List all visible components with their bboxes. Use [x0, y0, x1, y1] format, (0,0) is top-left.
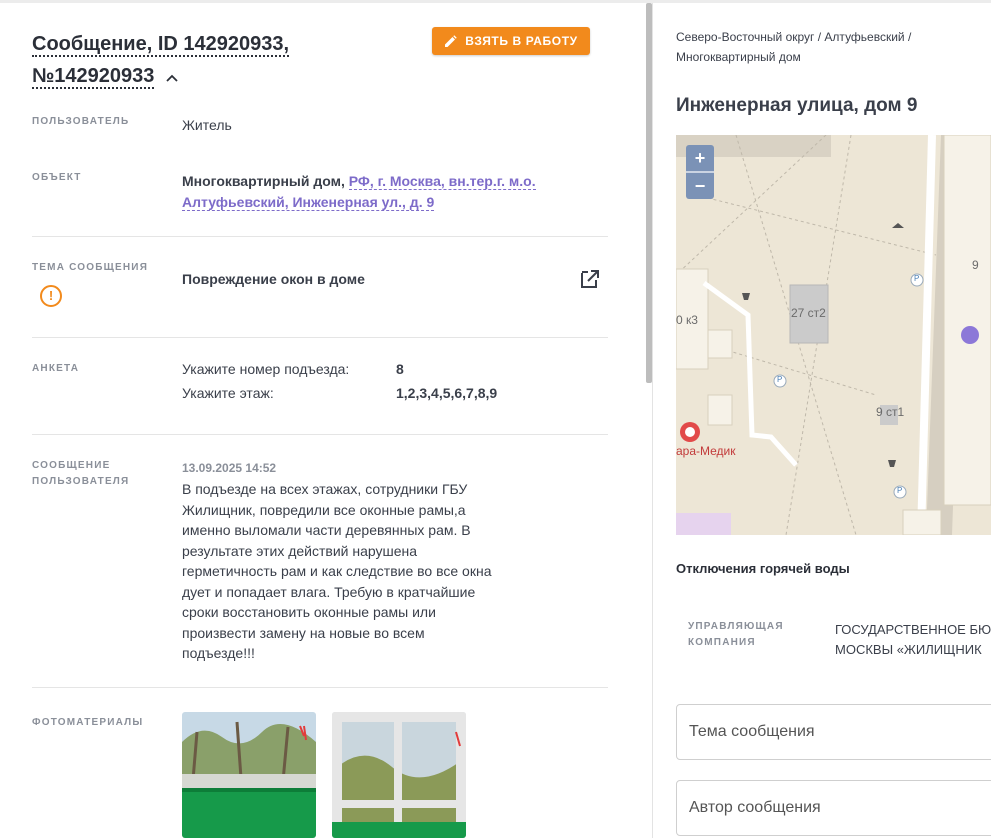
message-label-line-1: СООБЩЕНИЕ — [32, 460, 111, 471]
topic-value: Повреждение окон в доме — [182, 271, 365, 287]
management-company-label: УПРАВЛЯЮЩАЯ КОМПАНИЯ — [688, 619, 784, 651]
management-company-value: ГОСУДАРСТВЕННОЕ БЮ МОСКВЫ «ЖИЛИЩНИК — [835, 620, 991, 660]
zoom-separator — [686, 171, 714, 173]
divider — [32, 434, 608, 435]
mc-label-line-1: УПРАВЛЯЮЩАЯ — [688, 621, 784, 632]
topic-input[interactable] — [677, 705, 981, 759]
message-line: В подъезде на всех этажах, сотрудники ГБ… — [182, 481, 468, 497]
mc-value-line-1: ГОСУДАРСТВЕННОЕ БЮ — [835, 622, 991, 637]
topic-label: ТЕМА СООБЩЕНИЯ — [32, 262, 149, 273]
user-value: Житель — [182, 117, 232, 133]
top-border — [0, 0, 991, 3]
author-field[interactable] — [676, 780, 991, 836]
object-label: ОБЪЕКТ — [32, 172, 82, 183]
map-label-building: 9 ст1 — [876, 405, 905, 419]
photo-thumbnail[interactable] — [182, 712, 316, 838]
survey-label: АНКЕТА — [32, 363, 80, 374]
user-label: ПОЛЬЗОВАТЕЛЬ — [32, 116, 130, 127]
take-to-work-label: ВЗЯТЬ В РАБОТУ — [465, 34, 578, 48]
survey-question: Укажите номер подъезда: — [182, 361, 350, 377]
open-external-icon[interactable] — [580, 269, 600, 289]
zoom-out-button[interactable]: − — [686, 173, 714, 199]
message-line: подъезде!!! — [182, 645, 255, 661]
object-value: Многоквартирный дом, РФ, г. Москва, вн.т… — [182, 171, 602, 213]
hot-water-outages-link[interactable]: Отключения горячей воды — [676, 561, 850, 576]
message-line: сроки восстановить оконные рамы или — [182, 604, 436, 620]
breadcrumb-line-1[interactable]: Северо-Восточный округ / Алтуфьевский / — [676, 27, 976, 47]
message-line: герметичность рам и как следствие во все… — [182, 563, 492, 579]
divider — [32, 337, 608, 338]
warning-icon: ! — [40, 285, 62, 307]
survey-question: Укажите этаж: — [182, 385, 274, 401]
breadcrumb-line-2[interactable]: Многоквартирный дом — [676, 47, 976, 67]
divider — [32, 687, 608, 688]
pencil-icon — [445, 34, 457, 47]
message-label-line-2: ПОЛЬЗОВАТЕЛЯ — [32, 476, 130, 487]
message-line: результате этих действий нарушена — [182, 542, 418, 559]
message-line: произвести замену на новые во всем — [182, 624, 425, 641]
survey-answer: 8 — [396, 361, 404, 377]
author-input[interactable] — [677, 781, 981, 835]
chevron-up-icon[interactable] — [166, 61, 178, 93]
survey-answer: 1,2,3,4,5,6,7,8,9 — [396, 385, 498, 401]
object-address-link-2[interactable]: Алтуфьевский, Инженерная ул., д. 9 — [182, 194, 435, 211]
survey-row: Укажите этаж: 1,2,3,4,5,6,7,8,9 — [182, 383, 582, 407]
title-line-2[interactable]: №142920933 — [32, 65, 155, 89]
object-address-link-1[interactable]: РФ, г. Москва, вн.тер.г. м.о. — [348, 173, 536, 190]
message-label: СООБЩЕНИЕ ПОЛЬЗОВАТЕЛЯ — [32, 458, 129, 490]
panel-divider — [652, 3, 653, 838]
title-line-1[interactable]: Сообщение, ID 142920933, — [32, 33, 290, 57]
take-to-work-button[interactable]: ВЗЯТЬ В РАБОТУ — [432, 27, 590, 55]
breadcrumb: Северо-Восточный округ / Алтуфьевский / … — [676, 27, 976, 67]
message-line: именно выломали части деревянных рам. В — [182, 522, 471, 538]
message-text: В подъезде на всех этажах, сотрудники ГБ… — [182, 479, 512, 664]
photo-thumbnail[interactable] — [332, 712, 466, 838]
mc-value-line-2: МОСКВЫ «ЖИЛИЩНИК — [835, 642, 982, 657]
object-type: Многоквартирный дом, — [182, 173, 345, 189]
map-label-building: 0 к3 — [676, 313, 698, 327]
parking-icon: P — [777, 375, 783, 384]
message-line: Жилищник, повредили все оконные рамы,а — [182, 501, 466, 518]
topic-field[interactable] — [676, 704, 991, 760]
mc-label-line-2: КОМПАНИЯ — [688, 637, 756, 648]
map-label-building: 27 ст2 — [791, 306, 826, 320]
map-label-poi: ара-Медик — [676, 444, 736, 458]
page-title[interactable]: Сообщение, ID 142920933, №142920933 — [32, 28, 332, 93]
message-line: дует и попадает влага. Требую в кратчайш… — [182, 583, 476, 600]
divider — [32, 236, 608, 237]
survey-list: Укажите номер подъезда: 8 Укажите этаж: … — [182, 359, 582, 407]
survey-row: Укажите номер подъезда: 8 — [182, 359, 582, 383]
zoom-in-button[interactable]: + — [686, 145, 714, 171]
message-date: 13.09.2025 14:52 — [182, 461, 277, 475]
address-title: Инженерная улица, дом 9 — [676, 95, 918, 116]
map-zoom-control: + − — [686, 145, 714, 199]
photos-label: ФОТОМАТЕРИАЛЫ — [32, 717, 144, 728]
parking-icon: P — [914, 274, 920, 283]
map-label-building: 9 — [972, 258, 979, 272]
map[interactable]: 27 ст2 9 ст1 0 к3 9 ара-Медик P P P — [676, 135, 991, 535]
parking-icon: P — [897, 486, 903, 495]
